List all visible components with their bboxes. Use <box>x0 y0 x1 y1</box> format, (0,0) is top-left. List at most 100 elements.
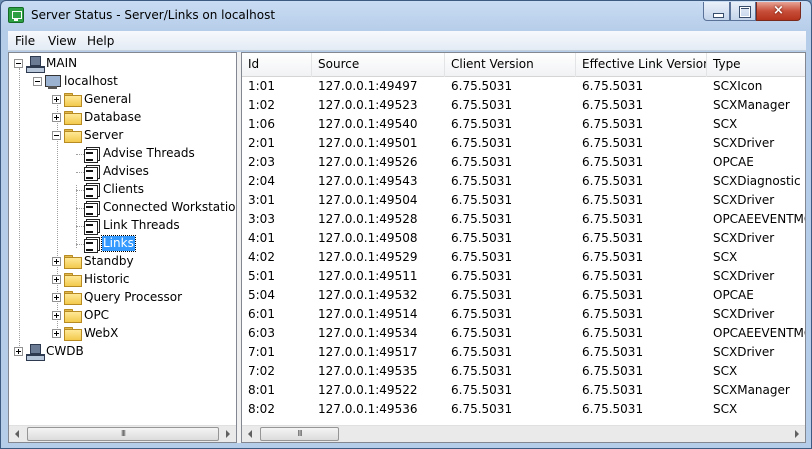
title-bar[interactable]: Server Status - Server/Links on localhos… <box>1 1 811 30</box>
scroll-left-arrow-icon[interactable] <box>9 426 26 442</box>
tree-item-label[interactable]: MAIN <box>45 56 78 71</box>
table-row[interactable]: 7:01 127.0.0.1:49517 6.75.5031 6.75.5031 SCX… <box>242 343 805 362</box>
table-row[interactable]: 2:03 127.0.0.1:49526 6.75.5031 6.75.5031 OPC… <box>242 153 805 172</box>
tree-item-label[interactable]: localhost <box>63 74 119 89</box>
tree-item-label[interactable]: Clients <box>102 182 145 197</box>
tree-item-standby[interactable]: Standby <box>9 253 236 271</box>
expand-plus-icon[interactable] <box>52 95 61 104</box>
tree-horizontal-scrollbar[interactable] <box>9 425 236 442</box>
server-tree[interactable]: MAIN localhost General Database Server Advise… <box>8 52 237 443</box>
table-row[interactable]: 7:02 127.0.0.1:49535 6.75.5031 6.75.5031 SCX <box>242 362 805 381</box>
tree-item-query-processor[interactable]: Query Processor <box>9 289 236 307</box>
tree-item-label[interactable]: Connected Workstation <box>102 200 236 215</box>
maximize-button[interactable] <box>730 2 756 21</box>
table-row[interactable]: 4:02 127.0.0.1:49529 6.75.5031 6.75.5031 SCX <box>242 248 805 267</box>
expand-plus-icon[interactable] <box>52 275 61 284</box>
list-horizontal-scrollbar[interactable] <box>242 425 805 442</box>
menu-help[interactable]: Help <box>87 34 114 48</box>
tree-item-label[interactable]: Link Threads <box>102 218 181 233</box>
tree-item-localhost[interactable]: localhost <box>9 73 236 91</box>
tree-item-label[interactable]: WebX <box>83 326 119 341</box>
expand-plus-icon[interactable] <box>52 329 61 338</box>
table-row[interactable]: 6:01 127.0.0.1:49514 6.75.5031 6.75.5031 SCX… <box>242 305 805 324</box>
document-icon <box>83 218 100 235</box>
scroll-thumb[interactable] <box>260 427 339 441</box>
cell-effective-link-version: 6.75.5031 <box>582 364 644 378</box>
menu-view[interactable]: View <box>48 34 76 48</box>
cell-client-version: 6.75.5031 <box>451 212 513 226</box>
collapse-minus-icon[interactable] <box>52 131 61 140</box>
tree-item-webx[interactable]: WebX <box>9 325 236 343</box>
table-row[interactable]: 6:03 127.0.0.1:49534 6.75.5031 6.75.5031 OPC… <box>242 324 805 343</box>
scroll-thumb[interactable] <box>27 427 219 441</box>
app-monitor-icon[interactable] <box>8 7 24 23</box>
tree-item-label[interactable]: Historic <box>83 272 131 287</box>
cell-effective-link-version: 6.75.5031 <box>582 117 644 131</box>
table-row[interactable]: 1:02 127.0.0.1:49523 6.75.5031 6.75.5031 SCX… <box>242 96 805 115</box>
table-row[interactable]: 8:02 127.0.0.1:49536 6.75.5031 6.75.5031 SCX <box>242 400 805 419</box>
tree-item-label[interactable]: CWDB <box>45 344 85 359</box>
table-row[interactable]: 1:01 127.0.0.1:49497 6.75.5031 6.75.5031 SCX… <box>242 77 805 96</box>
tree-item-advise-threads[interactable]: Advise Threads <box>9 145 236 163</box>
tree-item-server[interactable]: Server <box>9 127 236 145</box>
folder-icon <box>64 129 82 143</box>
cell-client-version: 6.75.5031 <box>451 98 513 112</box>
tree-item-label[interactable]: OPC <box>83 308 110 323</box>
cell-type: SCXDriver <box>713 231 775 245</box>
tree-item-label[interactable]: Advises <box>102 164 150 179</box>
tree-item-label[interactable]: Server <box>83 128 124 143</box>
tree-item-label[interactable]: Advise Threads <box>102 146 196 161</box>
column-header-id[interactable]: Id <box>242 53 312 77</box>
table-row[interactable]: 3:03 127.0.0.1:49528 6.75.5031 6.75.5031 OPC… <box>242 210 806 229</box>
tree-item-general[interactable]: General <box>9 91 236 109</box>
table-row[interactable]: 2:04 127.0.0.1:49543 6.75.5031 6.75.5031 SCX… <box>242 172 805 191</box>
tree-item-label[interactable]: Query Processor <box>83 290 183 305</box>
close-button[interactable]: × <box>756 2 801 21</box>
table-row[interactable]: 4:01 127.0.0.1:49508 6.75.5031 6.75.5031 SCX… <box>242 229 805 248</box>
table-row[interactable]: 3:01 127.0.0.1:49504 6.75.5031 6.75.5031 SCX… <box>242 191 805 210</box>
tree-item-link-threads[interactable]: Link Threads <box>9 217 236 235</box>
minimize-button[interactable] <box>703 2 730 21</box>
expand-plus-icon[interactable] <box>14 347 23 356</box>
column-header-type[interactable]: Type <box>707 53 805 77</box>
tree-item-label[interactable]: Standby <box>83 254 135 269</box>
cell-type: SCXDriver <box>713 136 775 150</box>
column-header-effective-link-version[interactable]: Effective Link Version <box>576 53 707 77</box>
tree-item-database[interactable]: Database <box>9 109 236 127</box>
collapse-minus-icon[interactable] <box>33 77 42 86</box>
cell-source: 127.0.0.1:49526 <box>318 155 418 169</box>
table-row[interactable]: 5:01 127.0.0.1:49511 6.75.5031 6.75.5031 SCX… <box>242 267 805 286</box>
table-row[interactable]: 8:01 127.0.0.1:49522 6.75.5031 6.75.5031 SCX… <box>242 381 805 400</box>
tree-item-cwdb[interactable]: CWDB <box>9 343 236 361</box>
column-header-source[interactable]: Source <box>312 53 445 77</box>
cell-type: SCXDriver <box>713 193 775 207</box>
menu-file[interactable]: File <box>15 34 35 48</box>
tree-item-label[interactable]: General <box>83 92 132 107</box>
expand-plus-icon[interactable] <box>52 293 61 302</box>
tree-item-label[interactable]: Database <box>83 110 142 125</box>
expand-plus-icon[interactable] <box>52 257 61 266</box>
scroll-left-arrow-icon[interactable] <box>242 426 259 442</box>
tree-item-links[interactable]: Links <box>9 235 236 253</box>
tree-item-connected-workstation[interactable]: Connected Workstation <box>9 199 236 217</box>
tree-item-advises[interactable]: Advises <box>9 163 236 181</box>
scroll-right-arrow-icon[interactable] <box>219 426 236 442</box>
tree-item-main[interactable]: MAIN <box>9 55 236 73</box>
expand-plus-icon[interactable] <box>52 311 61 320</box>
cell-type: OPCAEEVENTMO <box>713 212 806 226</box>
links-list-view[interactable]: Id Source Client Version Effective Link … <box>241 52 806 443</box>
tree-item-clients[interactable]: Clients <box>9 181 236 199</box>
cell-type: OPCAE <box>713 288 754 302</box>
tree-item-opc[interactable]: OPC <box>9 307 236 325</box>
cell-client-version: 6.75.5031 <box>451 383 513 397</box>
table-row[interactable]: 1:06 127.0.0.1:49540 6.75.5031 6.75.5031 SCX <box>242 115 805 134</box>
collapse-minus-icon[interactable] <box>14 59 23 68</box>
cell-effective-link-version: 6.75.5031 <box>582 269 644 283</box>
tree-item-label[interactable]: Links <box>101 235 136 252</box>
table-row[interactable]: 2:01 127.0.0.1:49501 6.75.5031 6.75.5031 SCX… <box>242 134 805 153</box>
scroll-right-arrow-icon[interactable] <box>788 426 805 442</box>
table-row[interactable]: 5:04 127.0.0.1:49532 6.75.5031 6.75.5031 OPC… <box>242 286 805 305</box>
expand-plus-icon[interactable] <box>52 113 61 122</box>
column-header-client-version[interactable]: Client Version <box>445 53 576 77</box>
tree-item-historic[interactable]: Historic <box>9 271 236 289</box>
